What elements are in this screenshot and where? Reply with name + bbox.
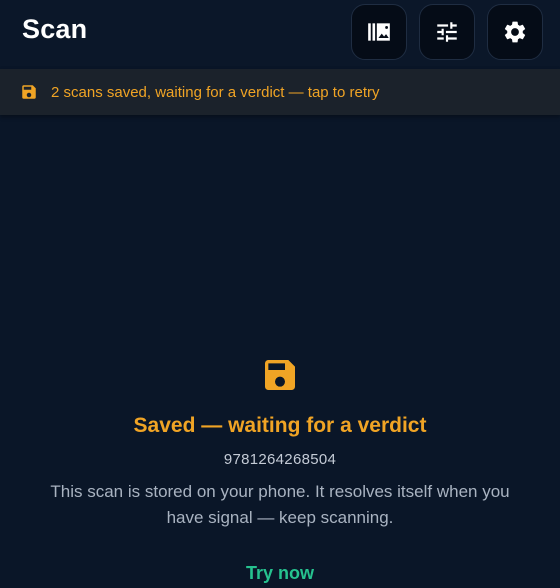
status-title: Saved — waiting for a verdict: [133, 414, 427, 437]
scan-status-panel: Saved — waiting for a verdict 9781264268…: [0, 355, 560, 584]
library-button[interactable]: [351, 4, 407, 60]
tune-icon: [434, 19, 460, 45]
pending-scans-banner[interactable]: 2 scans saved, waiting for a verdict — t…: [0, 69, 560, 115]
banner-message: 2 scans saved, waiting for a verdict — t…: [51, 83, 380, 101]
filters-button[interactable]: [419, 4, 475, 60]
settings-button[interactable]: [487, 4, 543, 60]
status-description: This scan is stored on your phone. It re…: [50, 482, 510, 527]
save-icon: [0, 355, 560, 395]
scanned-code: 9781264268504: [223, 451, 337, 468]
save-icon: [20, 83, 38, 101]
scan-screen: Scan 2 scans saved, waiting for a verdic…: [0, 0, 560, 588]
top-app-bar: Scan: [0, 0, 560, 66]
gear-icon: [502, 19, 528, 45]
page-title: Scan: [22, 14, 88, 44]
try-now-button[interactable]: Try now: [246, 563, 314, 584]
library-icon: [366, 19, 392, 45]
